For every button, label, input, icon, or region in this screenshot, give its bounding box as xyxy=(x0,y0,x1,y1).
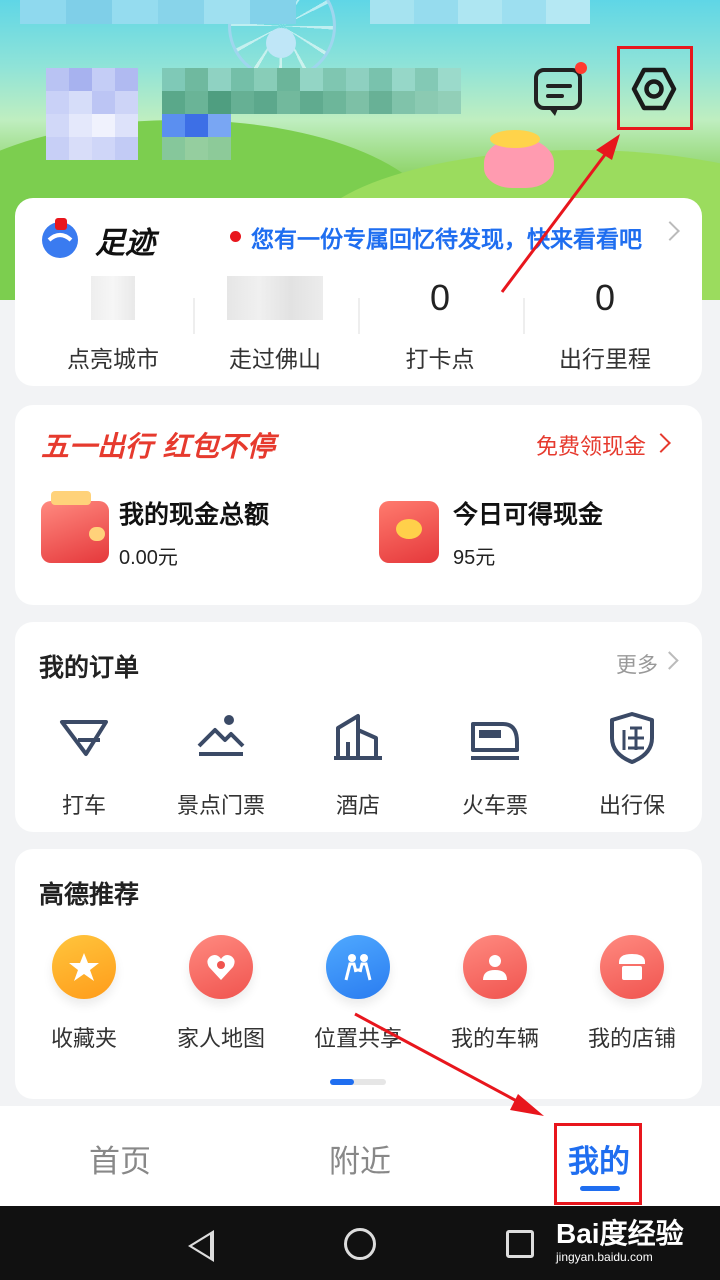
stat-value: 0 xyxy=(594,277,616,318)
order-taxi[interactable]: 打车 xyxy=(15,710,153,820)
my-orders-card: 我的订单 更多 打车 景点门票 酒店 火车票 出行保 xyxy=(15,622,702,832)
unread-dot xyxy=(575,62,587,74)
tab-mine[interactable]: 我的 xyxy=(568,1136,630,1181)
shop-icon xyxy=(600,935,664,999)
order-label: 火车票 xyxy=(461,794,528,819)
blurred-value xyxy=(91,276,135,320)
order-label: 景点门票 xyxy=(176,794,265,819)
recent-apps-icon[interactable] xyxy=(506,1230,534,1258)
footprint-card[interactable]: 足迹 您有一份专属回忆待发现，快来看看吧 点亮城市 走过佛山 0 打卡点 0 出… xyxy=(15,198,702,386)
scenic-ticket-icon xyxy=(197,715,245,756)
settings-hexagon-icon[interactable] xyxy=(631,66,677,112)
stat-label: 出行里程 xyxy=(559,347,651,373)
today-cash-value: 95元 xyxy=(453,547,496,569)
active-tab-indicator xyxy=(580,1186,620,1191)
rec-label: 我的车辆 xyxy=(450,1027,539,1052)
tab-nearby[interactable]: 附近 xyxy=(329,1136,391,1181)
taxi-icon xyxy=(60,720,108,756)
home-icon[interactable] xyxy=(344,1228,376,1260)
total-cash-value: 0.00元 xyxy=(119,547,178,569)
rec-family-map[interactable]: 家人地图 xyxy=(152,935,290,1053)
stat-mileage[interactable]: 0 出行里程 xyxy=(525,276,685,374)
order-label: 酒店 xyxy=(335,794,380,819)
back-icon[interactable] xyxy=(188,1230,214,1262)
hotel-icon xyxy=(334,714,382,760)
free-cash-link[interactable]: 免费领现金 xyxy=(536,429,646,461)
page-indicator xyxy=(330,1079,386,1085)
blurred-status-bar xyxy=(370,0,590,24)
footprint-logo-icon xyxy=(42,218,78,258)
rec-label: 收藏夹 xyxy=(50,1027,117,1052)
section-title: 高德推荐 xyxy=(39,880,140,909)
order-scenic-ticket[interactable]: 景点门票 xyxy=(152,710,290,820)
chevron-right-icon xyxy=(660,651,679,670)
rec-my-shop[interactable]: 我的店铺 xyxy=(563,935,701,1053)
order-insurance[interactable]: 出行保 xyxy=(563,710,701,820)
order-label: 打车 xyxy=(61,794,106,819)
stat-lit-cities[interactable]: 点亮城市 xyxy=(33,276,193,374)
memory-banner-link[interactable]: 您有一份专属回忆待发现，快来看看吧 xyxy=(251,220,642,254)
baidu-jingyan-watermark: Bai度经验 jingyan.baidu.com xyxy=(556,1218,684,1264)
wallet-icon xyxy=(41,491,109,563)
rec-location-share[interactable]: 位置共享 xyxy=(289,935,427,1053)
stat-label: 点亮城市 xyxy=(67,347,159,373)
stat-label: 打卡点 xyxy=(405,347,475,373)
chevron-right-icon xyxy=(660,221,680,241)
cash-promo-card[interactable]: 五一出行 红包不停 免费领现金 我的现金总额 0.00元 今日可得现金 95元 xyxy=(15,405,702,605)
piggy-bank-illustration xyxy=(484,130,554,188)
more-orders-link[interactable]: 更多 xyxy=(616,649,658,679)
order-hotel[interactable]: 酒店 xyxy=(289,710,427,820)
star-icon xyxy=(52,935,116,999)
chevron-right-icon xyxy=(651,433,671,453)
insurance-shield-icon xyxy=(610,712,654,764)
rec-favorites[interactable]: 收藏夹 xyxy=(15,935,153,1053)
blurred-status-bar xyxy=(20,0,296,24)
stat-checkin-points[interactable]: 0 打卡点 xyxy=(360,276,520,374)
today-cash-label[interactable]: 今日可得现金 xyxy=(453,495,603,531)
stat-foshan[interactable]: 走过佛山 xyxy=(195,276,355,374)
footprint-title: 足迹 xyxy=(95,226,155,261)
family-heart-icon xyxy=(189,935,253,999)
rec-label: 位置共享 xyxy=(313,1027,402,1052)
avatar[interactable] xyxy=(46,68,138,160)
gaode-recommend-card: 高德推荐 收藏夹 家人地图 位置共享 我的车辆 我的店铺 xyxy=(15,849,702,1099)
people-icon xyxy=(326,935,390,999)
message-icon[interactable] xyxy=(534,68,582,116)
user-badge xyxy=(162,114,231,160)
ferris-wheel-hub xyxy=(266,28,296,58)
stat-value: 0 xyxy=(429,277,451,318)
promo-title: 五一出行 红包不停 xyxy=(41,430,275,463)
section-title: 我的订单 xyxy=(39,653,140,682)
total-cash-label[interactable]: 我的现金总额 xyxy=(119,495,269,531)
order-train[interactable]: 火车票 xyxy=(426,710,564,820)
driver-icon xyxy=(463,935,527,999)
red-envelope-icon xyxy=(379,501,439,563)
tab-home[interactable]: 首页 xyxy=(89,1136,151,1181)
rec-label: 家人地图 xyxy=(176,1027,265,1052)
stat-label: 走过佛山 xyxy=(229,347,321,373)
order-label: 出行保 xyxy=(598,794,665,819)
train-icon xyxy=(471,722,519,760)
username xyxy=(162,68,461,114)
banner-dot xyxy=(230,231,241,242)
blurred-value xyxy=(227,276,323,320)
bottom-tab-bar: 首页 附近 我的 xyxy=(0,1106,720,1206)
rec-my-vehicle[interactable]: 我的车辆 xyxy=(426,935,564,1053)
rec-label: 我的店铺 xyxy=(587,1027,676,1052)
